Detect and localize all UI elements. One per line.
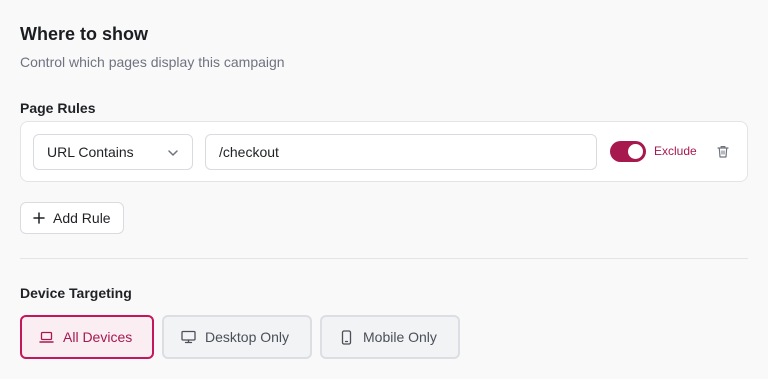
section-title: Where to show	[20, 24, 149, 44]
mobile-only-button[interactable]: Mobile Only	[320, 315, 460, 359]
match-type-select[interactable]: URL Contains	[33, 134, 193, 170]
mobile-only-label: Mobile Only	[363, 329, 437, 345]
section-subtitle: Control which pages display this campaig…	[20, 54, 285, 70]
exclude-toggle[interactable]	[610, 141, 646, 162]
plus-icon	[33, 212, 45, 224]
add-rule-label: Add Rule	[53, 210, 111, 226]
where-to-show-panel: Where to show Control which pages displa…	[0, 0, 768, 379]
device-targeting-label: Device Targeting	[20, 285, 132, 301]
match-type-value: URL Contains	[47, 144, 134, 160]
page-rules-label: Page Rules	[20, 100, 96, 116]
toggle-knob	[628, 144, 643, 159]
add-rule-button[interactable]: Add Rule	[20, 202, 124, 234]
desktop-only-label: Desktop Only	[205, 329, 290, 345]
smartphone-icon	[338, 329, 354, 345]
all-devices-button[interactable]: All Devices	[20, 315, 154, 359]
page-rule-row: URL Contains Exclude	[20, 121, 748, 182]
exclude-label: Exclude	[654, 144, 697, 158]
chevron-down-icon	[168, 150, 178, 156]
all-devices-label: All Devices	[63, 329, 133, 345]
trash-icon	[717, 145, 729, 158]
delete-rule-button[interactable]	[715, 143, 731, 159]
section-divider	[20, 258, 748, 259]
desktop-only-button[interactable]: Desktop Only	[162, 315, 312, 359]
monitor-icon	[180, 329, 196, 345]
url-value-input[interactable]	[205, 134, 597, 170]
laptop-icon	[38, 329, 54, 345]
